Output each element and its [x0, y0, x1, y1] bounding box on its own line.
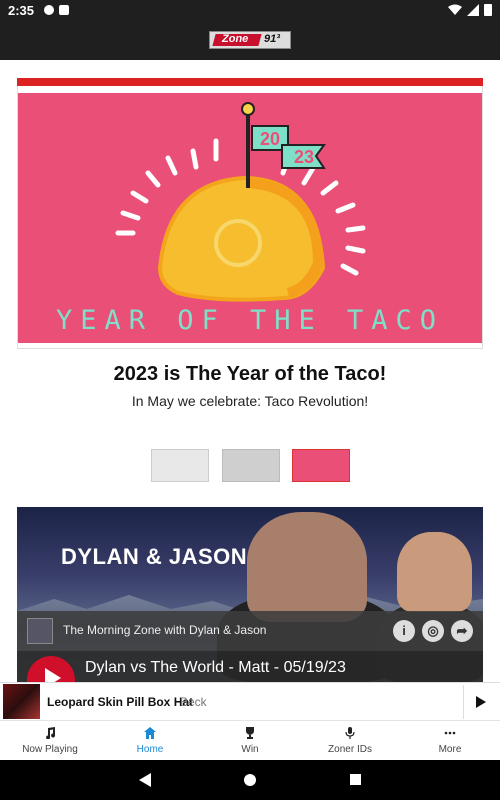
bottom-tab-bar: Now Playing Home Win Zoner IDs More [0, 720, 500, 760]
hero-subtitle: In May we celebrate: Taco Revolution! [131, 393, 369, 409]
flag-year-bottom: 23 [294, 147, 314, 167]
tab-label: Now Playing [22, 744, 78, 755]
tab-label: Zoner IDs [328, 744, 372, 755]
microphone-icon [345, 727, 355, 739]
app-logo[interactable]: Zone 91³ [209, 31, 291, 49]
featured-top-stripe [17, 78, 483, 86]
more-dots-icon [444, 731, 456, 735]
sd-card-icon [59, 5, 69, 15]
now-playing-song: Leopard Skin Pill Box Hat [47, 695, 194, 709]
logo-text: Zone [222, 33, 249, 45]
now-playing-artist: Beck [180, 695, 207, 709]
info-icon[interactable]: i [393, 620, 415, 642]
status-time: 2:35 [8, 3, 35, 18]
album-art [3, 684, 40, 719]
tab-label: Home [136, 744, 164, 755]
carousel-thumb-1[interactable] [151, 449, 209, 482]
logo-frequency: 91³ [264, 33, 280, 45]
episode-row[interactable]: Dylan vs The World - Matt - 05/19/23 [17, 651, 483, 682]
carousel-thumb-3[interactable] [292, 449, 350, 482]
music-note-icon [46, 727, 56, 739]
host-jason [397, 532, 472, 612]
episode-play-icon[interactable] [27, 656, 75, 682]
trophy-icon [246, 727, 254, 739]
recents-icon[interactable] [350, 774, 361, 785]
tab-home[interactable]: Home [100, 721, 200, 761]
show-title: DYLAN & JASON [61, 544, 248, 569]
flag-year-top: 20 [260, 129, 280, 149]
tab-zoner-ids[interactable]: Zoner IDs [300, 721, 400, 761]
hero-image[interactable]: 20 23 YEAR OF THE TACO [18, 93, 482, 343]
system-nav-bar [0, 760, 500, 800]
play-icon[interactable] [463, 685, 498, 719]
podcast-icon[interactable]: ◎ [422, 620, 444, 642]
tab-more[interactable]: More [400, 721, 500, 761]
signal-icon [467, 3, 479, 16]
host-dylan [247, 512, 367, 622]
hero-banner-text: YEAR OF THE TACO [56, 305, 444, 336]
home-icon [144, 727, 156, 739]
home-button-icon[interactable] [244, 774, 256, 786]
battery-icon [484, 4, 492, 16]
podcast-thumbnail [27, 618, 53, 644]
podcast-name[interactable]: The Morning Zone with Dylan & Jason [63, 623, 266, 637]
tab-label: More [438, 744, 462, 755]
tab-win[interactable]: Win [200, 721, 300, 761]
podcast-bar: The Morning Zone with Dylan & Jason i ◎ … [17, 611, 483, 651]
tab-now-playing[interactable]: Now Playing [0, 721, 100, 761]
wifi-icon [448, 4, 462, 15]
hero-title[interactable]: 2023 is The Year of the Taco! [0, 363, 500, 386]
status-bar: 2:35 [0, 0, 500, 20]
back-icon[interactable] [139, 773, 151, 787]
now-playing-bar[interactable]: Leopard Skin Pill Box Hat Beck [0, 682, 500, 720]
tab-label: Win [241, 744, 259, 755]
notification-icon [44, 5, 54, 15]
episode-title[interactable]: Dylan vs The World - Matt - 05/19/23 [85, 659, 346, 677]
carousel-thumb-2[interactable] [222, 449, 280, 482]
share-icon[interactable]: ➦ [451, 620, 473, 642]
